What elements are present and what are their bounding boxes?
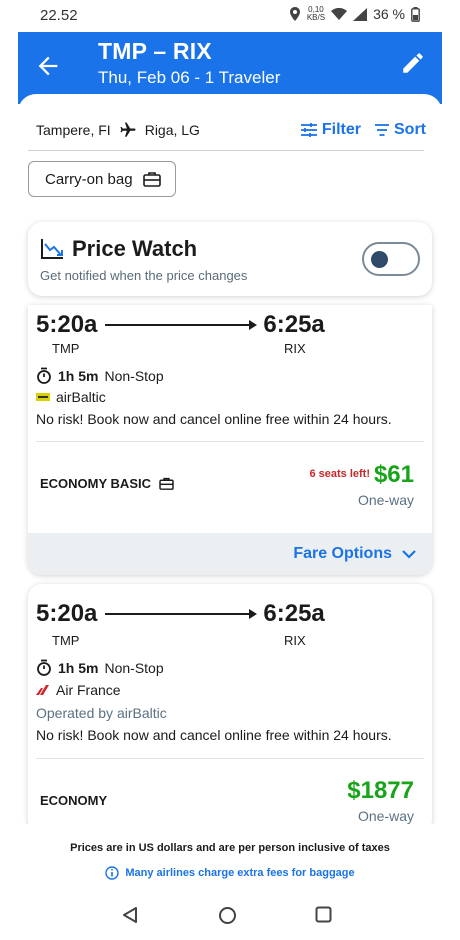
air-france-logo-icon [36,685,49,695]
back-arrow-icon[interactable] [34,52,62,80]
dest-code: RIX [284,633,306,648]
stopwatch-icon [37,659,51,676]
baggage-note: Many airlines charge extra fees for bagg… [125,867,355,879]
cabin-class: ECONOMY BASIC [40,476,174,491]
price-watch-card: Price Watch Get notified when the price … [28,222,432,296]
footer: Prices are in US dollars and are per per… [0,824,460,894]
origin-code: TMP [52,633,80,648]
sort-lines-icon [375,124,389,136]
cancel-policy: No risk! Book now and cancel online free… [36,411,392,427]
stops: Non-Stop [104,659,164,676]
divider [28,150,424,151]
flight-card[interactable]: 5:20a 6:25a TMP RIX 1h 5m Non-Stop airBa… [28,305,432,575]
airline-name: Air France [56,682,121,698]
trip-type: One-way [357,492,414,508]
status-bar: 22.52 0,10 KB/S 36 % [0,0,460,32]
flight-times: 5:20a 6:25a [36,600,325,628]
card-divider [36,758,424,759]
nav-recents-icon[interactable] [315,906,332,923]
trip-subtitle: Thu, Feb 06 - 1 Traveler [98,68,281,87]
price-watch-subtitle: Get notified when the price changes [40,268,248,283]
carry-on-bag-chip[interactable]: Carry-on bag [28,161,176,197]
depart-time: 5:20a [36,600,98,627]
duration-row: 1h 5m Non-Stop [36,659,164,676]
dest-code: RIX [284,341,306,356]
route-line [105,320,258,330]
price-watch-title: Price Watch [72,236,198,261]
chip-label: Carry-on bag [45,170,133,188]
info-icon [105,866,120,880]
clock: 22.52 [40,7,78,24]
duration: 1h 5m [58,367,99,384]
system-nav-bar [0,894,460,940]
route-filter-bar: Tampere, FI Riga, LG Filter Sort [36,110,426,150]
network-speed: 0,10 KB/S [306,5,326,22]
suitcase-icon [142,172,161,187]
fare-options-label: Fare Options [293,545,392,562]
route-summary: Tampere, FI Riga, LG [36,121,200,139]
arrive-time: 6:25a [263,600,325,627]
route-line [105,609,258,619]
stops: Non-Stop [104,367,164,384]
price: $1877 [347,777,414,804]
airplane-icon [120,122,136,137]
price-trend-icon [41,239,63,259]
status-icons: 0,10 KB/S 36 % [289,6,420,22]
trip-type: One-way [357,808,414,824]
filter-label: Filter [321,121,361,138]
price-watch-header: Price Watch [40,236,197,262]
depart-time: 5:20a [36,311,98,338]
cancel-policy: No risk! Book now and cancel online free… [36,727,392,743]
filter-sliders-icon [300,123,317,137]
location-icon [289,7,300,21]
duration: 1h 5m [58,659,99,676]
wifi-icon [331,8,348,20]
cabin-label: ECONOMY BASIC [40,476,151,491]
origin-city: Tampere, FI [36,122,111,138]
duration-row: 1h 5m Non-Stop [36,367,164,384]
edit-pencil-icon[interactable] [400,50,426,76]
stopwatch-icon [37,367,51,384]
battery-level: 36 % [373,6,405,22]
operated-by: Operated by airBaltic [36,705,167,721]
airline-row: airBaltic [36,389,106,405]
sort-button[interactable]: Sort [375,121,426,139]
airline-row: Air France [36,682,121,698]
baggage-fees-link[interactable]: Many airlines charge extra fees for bagg… [0,866,460,880]
route-title: TMP – RIX [98,38,212,64]
price: $61 [373,461,414,488]
flight-times: 5:20a 6:25a [36,311,325,339]
toggle-knob [371,251,388,268]
list-actions: Filter Sort [300,121,426,139]
fare-options-button[interactable]: Fare Options [28,533,432,575]
sort-label: Sort [394,121,426,138]
suitcase-icon [159,477,174,490]
card-divider [36,441,424,442]
cell-signal-icon [353,7,368,21]
seats-left-badge: 6 seats left! [309,468,370,480]
cabin-class: ECONOMY [40,793,107,808]
filter-button[interactable]: Filter [300,121,361,139]
arrive-time: 6:25a [263,311,325,338]
price-watch-toggle[interactable] [362,242,420,276]
nav-back-icon[interactable] [121,906,139,924]
airline-name: airBaltic [56,389,106,405]
battery-icon [411,6,420,22]
price-disclaimer: Prices are in US dollars and are per per… [70,842,390,854]
destination-city: Riga, LG [144,122,200,138]
airbaltic-logo-icon [36,393,50,401]
chevron-down-icon [402,549,416,559]
nav-home-icon[interactable] [218,906,237,925]
cabin-label: ECONOMY [40,793,108,808]
flight-card[interactable]: 5:20a 6:25a TMP RIX 1h 5m Non-Stop Air F… [28,584,432,834]
origin-code: TMP [52,341,80,356]
